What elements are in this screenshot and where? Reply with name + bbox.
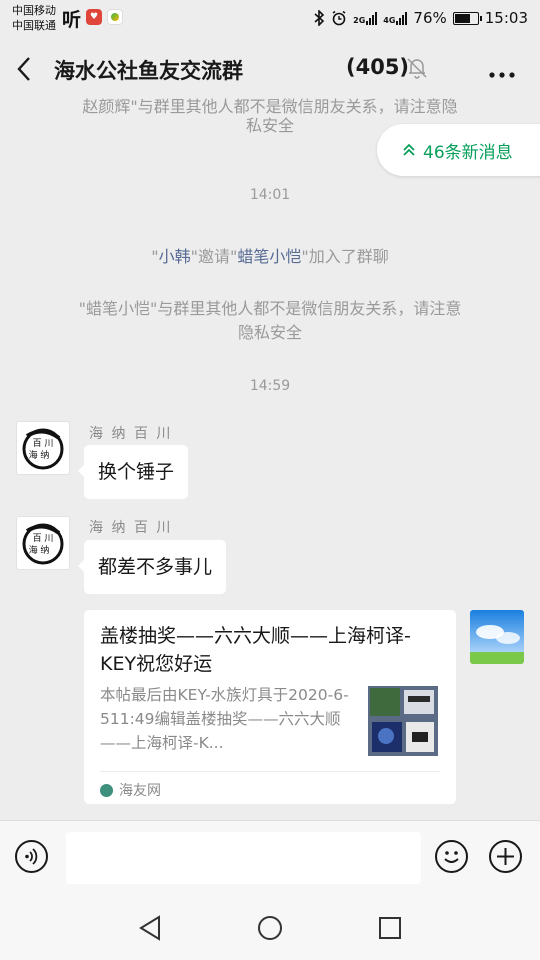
source-logo-icon — [100, 783, 113, 797]
avatar-logo-icon: 百 川 海 纳 — [22, 523, 64, 565]
signal-icon — [366, 11, 378, 25]
sender-name: 海 纳 百 川 — [89, 520, 173, 536]
system-notice: "蜡笔小恺"与群里其他人都不是微信朋友关系，请注意 隐私安全 — [0, 297, 540, 345]
avatar[interactable]: 百 川 海 纳 — [16, 516, 70, 570]
svg-text:海 纳: 海 纳 — [29, 449, 50, 461]
battery-icon — [452, 11, 482, 25]
message-bubble[interactable]: 都差不多事儿 — [77, 540, 227, 594]
quote: " — [151, 247, 159, 266]
voice-button[interactable] — [15, 840, 48, 873]
bluetooth-icon — [314, 10, 325, 26]
circle-home-icon — [258, 916, 282, 940]
nav-recents-button[interactable] — [378, 916, 402, 944]
notification-app2-icon — [107, 9, 123, 25]
chevron-left-icon — [17, 57, 30, 81]
clock: 15:03 — [484, 9, 528, 27]
new-messages-label: 46条新消息 — [423, 142, 513, 163]
more-actions-button[interactable] — [489, 840, 522, 873]
member-count: (405) — [346, 55, 410, 79]
notification-app-icon: ♥ — [86, 9, 102, 25]
battery-percent: 76% — [413, 9, 447, 27]
message-input[interactable] — [66, 832, 421, 884]
avatar[interactable]: 百 川 海 纳 — [16, 421, 70, 475]
avatar-logo-icon: 百 川 海 纳 — [22, 428, 64, 470]
svg-text:百 川: 百 川 — [33, 438, 54, 449]
system-notice-top-line1: 赵颜辉"与群里其他人都不是微信朋友关系，请注意隐 — [82, 97, 458, 114]
svg-text:百 川: 百 川 — [33, 533, 54, 544]
card-source: 海友网 — [100, 780, 161, 800]
plus-icon — [497, 848, 514, 865]
card-divider — [100, 771, 440, 772]
more-icon — [489, 72, 515, 78]
emoji-button[interactable] — [435, 840, 468, 873]
card-title: 盖楼抽奖——六六大顺——上海柯译-KEY祝您好运 — [100, 625, 411, 675]
nav-home-button[interactable] — [257, 915, 283, 945]
signal-4g-label: 4G — [383, 16, 396, 25]
signal-2g-label: 2G — [353, 16, 366, 25]
invite-name-1[interactable]: 小韩 — [159, 247, 191, 266]
system-notice-line1: "蜡笔小恺"与群里其他人都不是微信朋友关系，请注意 — [78, 299, 462, 318]
system-notice-line2: 隐私安全 — [237, 323, 302, 342]
timestamp: 14:01 — [249, 187, 291, 203]
carrier-2: 中国联通 — [12, 19, 56, 32]
message-bubble[interactable]: 换个锤子 — [77, 445, 189, 499]
ting-app-icon: 听 — [62, 9, 82, 31]
nav-back-button[interactable] — [138, 914, 162, 946]
svg-text:海 纳: 海 纳 — [29, 544, 50, 556]
signal-icon-2 — [396, 11, 408, 25]
self-avatar[interactable] — [470, 610, 524, 664]
new-messages-button[interactable]: 46条新消息 — [377, 124, 540, 176]
double-chevron-up-icon — [403, 143, 415, 156]
voice-icon — [25, 848, 38, 865]
invite-end: "加入了群聊 — [301, 247, 389, 266]
card-thumbnail — [368, 686, 438, 756]
back-button[interactable] — [16, 56, 32, 85]
more-button[interactable] — [488, 60, 516, 85]
carrier-1: 中国移动 — [12, 4, 56, 17]
triangle-back-icon — [139, 915, 160, 941]
invite-mid: "邀请" — [190, 247, 238, 266]
timestamp: 14:59 — [249, 378, 291, 394]
emoji-icon — [444, 851, 459, 863]
status-icons: 2G 4G 76% 15:03 — [314, 8, 528, 28]
card-source-name: 海友网 — [119, 783, 161, 799]
card-description: 本帖最后由KEY-水族灯具于2020-6-511:49编辑盖楼抽奖——六六大顺—… — [100, 686, 349, 752]
carrier-info: 中国移动 中国联通 — [12, 3, 56, 33]
bell-muted-icon — [406, 56, 428, 84]
invite-name-2[interactable]: 蜡笔小恺 — [237, 247, 301, 266]
link-card[interactable]: 盖楼抽奖——六六大顺——上海柯译-KEY祝您好运 本帖最后由KEY-水族灯具于2… — [84, 610, 456, 804]
alarm-icon — [332, 10, 346, 26]
chat-title: 海水公社鱼友交流群 — [54, 59, 243, 83]
invite-notice: "小韩"邀请"蜡笔小恺"加入了群聊 — [0, 245, 540, 269]
square-recents-icon — [379, 917, 401, 939]
sender-name: 海 纳 百 川 — [89, 426, 173, 442]
